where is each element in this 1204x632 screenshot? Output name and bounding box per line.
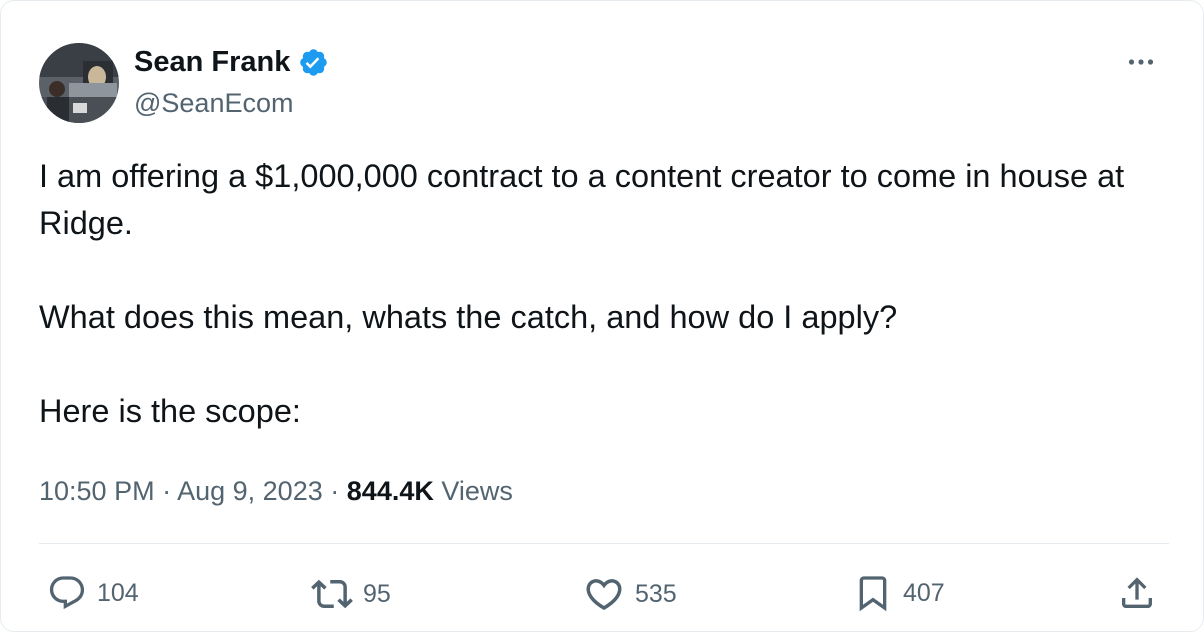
retweet-count: 95 (363, 579, 391, 608)
tweet-time[interactable]: 10:50 PM (39, 476, 155, 506)
share-icon (1122, 577, 1152, 608)
like-count: 535 (635, 579, 677, 608)
bookmark-icon (859, 576, 887, 612)
share-button[interactable] (1117, 573, 1157, 613)
author-handle[interactable]: @SeanEcom (134, 87, 293, 119)
divider (39, 543, 1169, 544)
more-options-button[interactable] (1121, 47, 1161, 77)
reply-count: 104 (97, 578, 139, 607)
avatar[interactable] (39, 43, 119, 123)
more-dots-icon (1128, 59, 1154, 65)
tweet-text: I am offering a $1,000,000 contract to a… (39, 153, 1159, 435)
author-name-row: Sean Frank (134, 45, 329, 79)
tweet-date[interactable]: Aug 9, 2023 (177, 476, 323, 506)
avatar-photo-icon (39, 43, 119, 123)
tweet-meta: 10:50 PM · Aug 9, 2023 · 844.4K Views (39, 471, 513, 511)
author-display-name[interactable]: Sean Frank (134, 45, 290, 79)
bookmark-button[interactable]: 407 (853, 573, 945, 613)
verified-badge-icon (298, 47, 329, 78)
views-count: 844.4K (346, 476, 434, 506)
tweet-paragraph: I am offering a $1,000,000 contract to a… (39, 158, 1125, 241)
bookmark-count: 407 (903, 578, 945, 607)
retweet-icon (311, 579, 353, 609)
reply-icon (49, 576, 85, 610)
reply-button[interactable]: 104 (47, 573, 139, 613)
views-label: Views (441, 476, 513, 506)
like-button[interactable]: 535 (583, 573, 677, 615)
tweet-card: Sean Frank @SeanEcom I am offering a $1,… (0, 0, 1204, 632)
meta-separator: · (162, 476, 172, 506)
tweet-paragraph: What does this mean, whats the catch, an… (39, 299, 898, 335)
meta-separator: · (330, 476, 340, 506)
tweet-paragraph: Here is the scope: (39, 393, 301, 429)
heart-icon (586, 579, 622, 611)
retweet-button[interactable]: 95 (311, 573, 391, 615)
